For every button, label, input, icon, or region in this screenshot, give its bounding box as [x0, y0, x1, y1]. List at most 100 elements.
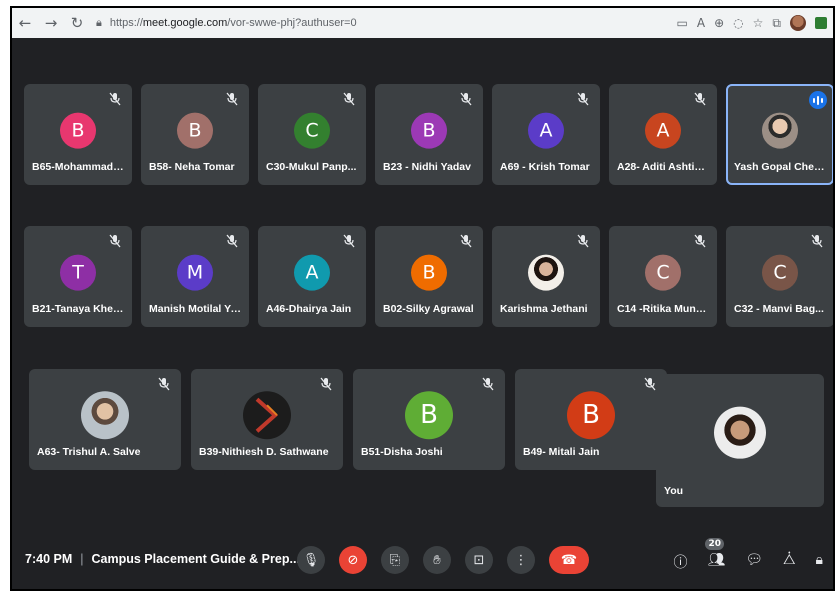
- meeting-info-separator: |: [80, 552, 84, 566]
- meeting-stage: B B65-Mohammad ... B B58- Neha Tomar C C…: [12, 38, 833, 538]
- participant-tile[interactable]: B B49- Mitali Jain: [515, 369, 667, 470]
- avatar-initial: B: [582, 399, 600, 430]
- mic-off-icon: [226, 92, 238, 106]
- mic-off-icon: [109, 92, 121, 106]
- forward-button[interactable]: →: [38, 10, 64, 36]
- participant-avatar: B: [411, 254, 447, 291]
- avatar-initial: B: [420, 399, 438, 430]
- participant-tile[interactable]: A A28- Aditi Ashtikar: [609, 84, 717, 185]
- profile-avatar-icon[interactable]: [790, 15, 806, 31]
- participant-name: B23 - Nidhi Yadav: [383, 161, 471, 173]
- present-button[interactable]: ⊡: [465, 546, 493, 574]
- meeting-time: 7:40 PM: [25, 552, 73, 566]
- people-count-badge: 20: [705, 538, 725, 550]
- participant-tile[interactable]: B B02-Silky Agrawal: [375, 226, 483, 327]
- participant-avatar: T: [60, 254, 96, 291]
- participant-name: C32 - Manvi Bag...: [734, 303, 824, 315]
- meeting-details-icon[interactable]: ⓘ: [673, 552, 687, 572]
- participant-name: C14 -Ritika Mund...: [617, 303, 709, 315]
- mic-off-icon: [226, 234, 238, 248]
- participant-tile-speaking[interactable]: Yash Gopal Chetl...: [726, 84, 833, 185]
- mic-off-icon: [694, 234, 706, 248]
- participant-name: Manish Motilal Ya...: [149, 303, 241, 315]
- participant-tile[interactable]: C C32 - Manvi Bag...: [726, 226, 833, 327]
- leave-call-button[interactable]: ☎︎: [549, 546, 589, 574]
- raise-hand-button[interactable]: ✋︎: [423, 546, 451, 574]
- avatar-initial: A: [539, 119, 553, 142]
- mic-button[interactable]: 🎙︎: [297, 546, 325, 574]
- host-controls-icon[interactable]: 🔒︎: [816, 552, 823, 572]
- mic-off-icon: [320, 377, 332, 391]
- people-button[interactable]: 20 👥︎: [705, 538, 726, 572]
- side-controls: ⓘ 20 👥︎ 💬︎ ⧊ 🔒︎: [673, 538, 823, 572]
- install-app-icon[interactable]: ▭: [677, 16, 688, 30]
- participant-avatar: B: [177, 112, 213, 149]
- participant-tile[interactable]: T B21-Tanaya Khed...: [24, 226, 132, 327]
- lock-icon: 🔒︎: [96, 16, 102, 29]
- meeting-title: Campus Placement Guide & Prep...: [91, 552, 300, 566]
- reload-button[interactable]: ↻: [64, 10, 90, 36]
- participant-tile[interactable]: C C14 -Ritika Mund...: [609, 226, 717, 327]
- participant-name: C30-Mukul Panp...: [266, 161, 357, 173]
- hang-up-icon: ☎︎: [560, 552, 578, 568]
- speaking-indicator-icon: [809, 91, 827, 109]
- collections-icon[interactable]: ⧉: [772, 16, 781, 31]
- participant-name: B02-Silky Agrawal: [383, 303, 474, 315]
- participant-tile[interactable]: A63- Trishul A. Salve: [29, 369, 181, 470]
- reload-icon: ↻: [70, 14, 84, 32]
- url-path: /vor-swwe-phj?authuser=0: [227, 17, 357, 29]
- avatar-initial: C: [305, 119, 319, 142]
- participant-name: B51-Disha Joshi: [361, 446, 443, 458]
- activities-icon[interactable]: ⧊: [783, 552, 796, 572]
- participant-tile[interactable]: B B51-Disha Joshi: [353, 369, 505, 470]
- participant-avatar: B: [405, 390, 453, 439]
- captions-button[interactable]: ⎘: [381, 546, 409, 574]
- favorites-icon[interactable]: ☆: [753, 16, 764, 30]
- participant-tile[interactable]: Karishma Jethani: [492, 226, 600, 327]
- participant-name: A46-Dhairya Jain: [266, 303, 352, 315]
- abstract-avatar-icon: [255, 397, 279, 433]
- tracking-prevention-icon[interactable]: ◌: [733, 16, 743, 30]
- mic-off-icon: [158, 377, 170, 391]
- participant-name: B58- Neha Tomar: [149, 161, 235, 173]
- mic-off-icon: [343, 92, 355, 106]
- camera-off-icon: ⊘: [347, 552, 359, 568]
- more-options-button[interactable]: ⋮: [507, 546, 535, 574]
- participant-tile[interactable]: B B23 - Nidhi Yadav: [375, 84, 483, 185]
- arrow-left-icon: ←: [18, 14, 32, 32]
- mic-off-icon: [460, 92, 472, 106]
- address-bar[interactable]: 🔒︎ https://meet.google.com/vor-swwe-phj?…: [96, 17, 357, 30]
- back-button[interactable]: ←: [12, 10, 38, 36]
- extension-icon[interactable]: [815, 17, 827, 29]
- participant-avatar: C: [645, 254, 681, 291]
- self-photo: [714, 406, 766, 459]
- mic-off-icon: [644, 377, 656, 391]
- people-icon: 👥︎: [707, 552, 726, 568]
- participant-avatar: A: [294, 254, 330, 291]
- read-aloud-icon[interactable]: A: [697, 16, 705, 30]
- avatar-initial: A: [656, 119, 670, 142]
- zoom-icon[interactable]: ⊕: [714, 16, 724, 30]
- participant-avatar: A: [528, 112, 564, 149]
- hand-icon: ✋︎: [433, 552, 441, 568]
- chat-icon[interactable]: 💬︎: [745, 552, 763, 572]
- participant-avatar: B: [567, 390, 615, 439]
- mic-off-icon: [343, 234, 355, 248]
- mic-off-icon: [482, 377, 494, 391]
- participant-name: A28- Aditi Ashtikar: [617, 161, 709, 173]
- window-frame: ← → ↻ 🔒︎ https://meet.google.com/vor-sww…: [10, 6, 835, 591]
- participant-tile[interactable]: B B58- Neha Tomar: [141, 84, 249, 185]
- participant-tile[interactable]: B39-Nithiesh D. Sathwane: [191, 369, 343, 470]
- participant-tile[interactable]: B B65-Mohammad ...: [24, 84, 132, 185]
- participant-name: B39-Nithiesh D. Sathwane: [199, 446, 329, 458]
- camera-button[interactable]: ⊘: [339, 546, 367, 574]
- participant-name: Yash Gopal Chetl...: [734, 161, 826, 173]
- participant-tile[interactable]: C C30-Mukul Panp...: [258, 84, 366, 185]
- participant-name: B49- Mitali Jain: [523, 446, 600, 458]
- url-host: meet.google.com: [142, 17, 228, 29]
- participant-tile[interactable]: M Manish Motilal Ya...: [141, 226, 249, 327]
- participant-tile[interactable]: A A46-Dhairya Jain: [258, 226, 366, 327]
- participant-avatar: C: [294, 112, 330, 149]
- self-view-tile[interactable]: You: [656, 374, 824, 507]
- participant-tile[interactable]: A A69 - Krish Tomar: [492, 84, 600, 185]
